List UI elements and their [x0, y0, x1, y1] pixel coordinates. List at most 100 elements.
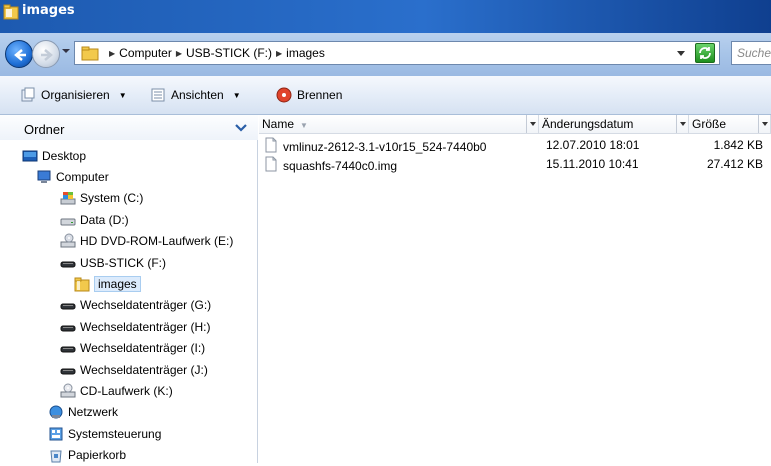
recycle-bin-icon [48, 447, 64, 463]
address-history-dropdown[interactable] [677, 51, 685, 56]
tree-item-label: Wechseldatenträger (I:) [80, 341, 206, 356]
hard-drive-icon [60, 212, 76, 228]
chevron-down-icon: ▼ [118, 90, 127, 100]
column-date-filter-button[interactable] [676, 115, 688, 133]
organize-label: Organisieren [41, 88, 110, 102]
navigation-pane: Ordner Desktop Computer System (C:) Data (D… [0, 115, 258, 463]
tree-item-label: Wechseldatenträger (H:) [80, 319, 211, 334]
breadcrumb: ▶ Computer ▶ USB-STICK (F:) ▶ images [109, 46, 325, 60]
column-size-label: Größe [692, 117, 727, 131]
breadcrumb-images[interactable]: images [286, 46, 325, 60]
tree-item[interactable]: HD DVD-ROM-Laufwerk (E:) [60, 231, 233, 252]
refresh-icon [699, 47, 711, 59]
folder-icon [74, 276, 90, 292]
chevron-right-icon[interactable]: ▶ [176, 49, 182, 58]
removable-drive-icon [60, 319, 76, 335]
control-panel-icon [48, 426, 64, 442]
file-size: 1.842 KB [713, 138, 763, 152]
command-bar: Organisieren ▼ Ansichten ▼ Brennen [0, 76, 771, 115]
tree-item-label: USB-STICK (F:) [80, 255, 166, 270]
back-button[interactable] [5, 40, 33, 68]
file-date: 15.11.2010 10:41 [546, 157, 639, 171]
file-icon [263, 156, 279, 175]
window-title: images [22, 3, 75, 18]
column-header-date[interactable]: Änderungsdatum [539, 115, 689, 134]
system-drive-icon [60, 190, 76, 206]
tree-item[interactable]: Netzwerk [48, 402, 118, 423]
file-size: 27.412 KB [706, 157, 763, 171]
search-placeholder: Suchen [737, 46, 771, 60]
tree-item-label: Data (D:) [80, 212, 129, 227]
folder-icon [3, 4, 19, 20]
organize-icon [21, 87, 35, 102]
tree-item[interactable]: Data (D:) [60, 209, 129, 230]
refresh-button[interactable] [695, 43, 715, 63]
folders-header[interactable]: Ordner [0, 115, 258, 140]
chevron-right-icon[interactable]: ▶ [276, 49, 282, 58]
burn-disc-icon [276, 87, 292, 103]
tree-item[interactable]: Wechseldatenträger (J:) [60, 359, 208, 380]
removable-drive-icon [60, 340, 76, 356]
tree-item-label: Wechseldatenträger (G:) [80, 298, 212, 313]
usb-drive-icon [60, 255, 76, 271]
tree-item-label: HD DVD-ROM-Laufwerk (E:) [80, 234, 234, 249]
tree-item[interactable]: Wechseldatenträger (H:) [60, 316, 211, 337]
title-bar: images [0, 0, 771, 33]
tree-item[interactable]: Computer [36, 166, 109, 187]
tree-item[interactable]: Papierkorb [48, 445, 126, 466]
dvd-drive-icon [60, 233, 76, 249]
file-row[interactable]: vmlinuz-2612-3.1-v10r15_524-7440b0 12.07.… [259, 135, 771, 155]
tree-item-label: System (C:) [80, 191, 144, 206]
column-header-size[interactable]: Größe [689, 115, 771, 134]
chevron-right-icon[interactable]: ▶ [109, 49, 115, 58]
computer-icon [36, 169, 52, 185]
breadcrumb-computer[interactable]: Computer [119, 46, 172, 60]
views-icon [151, 88, 165, 102]
column-name-filter-button[interactable] [526, 115, 538, 133]
column-size-filter-button[interactable] [758, 115, 770, 133]
chevron-down-icon[interactable] [235, 124, 247, 132]
chevron-down-icon: ▼ [232, 90, 241, 100]
tree-item[interactable]: Systemsteuerung [48, 423, 161, 444]
tree-item-label: Desktop [42, 148, 87, 163]
arrow-right-icon [41, 49, 53, 61]
sort-descending-icon: ▼ [300, 121, 308, 130]
arrow-left-icon [14, 49, 26, 61]
views-button[interactable]: Ansichten ▼ [150, 87, 241, 103]
file-name-cell[interactable]: squashfs-7440c0.img [263, 156, 397, 175]
file-date: 12.07.2010 18:01 [546, 138, 640, 152]
organize-button[interactable]: Organisieren ▼ [20, 87, 127, 103]
tree-item[interactable]: images [74, 273, 141, 294]
file-list: Name ▼ Änderungsdatum Größe vmlinuz-2612-… [259, 115, 771, 463]
forward-button[interactable] [32, 40, 60, 68]
tree-item-label: Wechseldatenträger (J:) [80, 362, 208, 377]
search-input[interactable]: Suchen [731, 41, 771, 65]
tree-item-label: Computer [56, 169, 109, 184]
tree-item[interactable]: USB-STICK (F:) [60, 252, 166, 273]
file-row[interactable]: squashfs-7440c0.img 15.11.2010 10:41 27.41… [259, 154, 771, 174]
recent-pages-dropdown[interactable] [62, 49, 70, 53]
tree-item[interactable]: Wechseldatenträger (I:) [60, 338, 205, 359]
file-name: squashfs-7440c0.img [283, 158, 398, 173]
tree-item[interactable]: Wechseldatenträger (G:) [60, 295, 211, 316]
tree-item-label: Systemsteuerung [68, 426, 162, 441]
desktop-icon [22, 148, 38, 164]
network-icon [48, 404, 64, 420]
burn-label: Brennen [297, 88, 343, 102]
folders-header-label: Ordner [24, 122, 65, 137]
column-name-label: Name [262, 117, 295, 131]
file-name: vmlinuz-2612-3.1-v10r15_524-7440b0 [283, 139, 487, 154]
address-bar-area: ▶ Computer ▶ USB-STICK (F:) ▶ images Suc… [0, 33, 771, 76]
burn-button[interactable]: Brennen [276, 87, 342, 103]
tree-item[interactable]: CD-Laufwerk (K:) [60, 380, 173, 401]
tree-item[interactable]: Desktop [22, 145, 86, 166]
breadcrumb-usb-stick[interactable]: USB-STICK (F:) [186, 46, 272, 60]
address-field[interactable]: ▶ Computer ▶ USB-STICK (F:) ▶ images [74, 41, 720, 65]
tree-item[interactable]: System (C:) [60, 188, 143, 209]
folder-icon [81, 46, 99, 61]
column-header-name[interactable]: Name ▼ [259, 115, 539, 134]
column-date-label: Änderungsdatum [542, 117, 634, 131]
views-label: Ansichten [171, 88, 224, 102]
cd-drive-icon [60, 383, 76, 399]
removable-drive-icon [60, 362, 76, 378]
